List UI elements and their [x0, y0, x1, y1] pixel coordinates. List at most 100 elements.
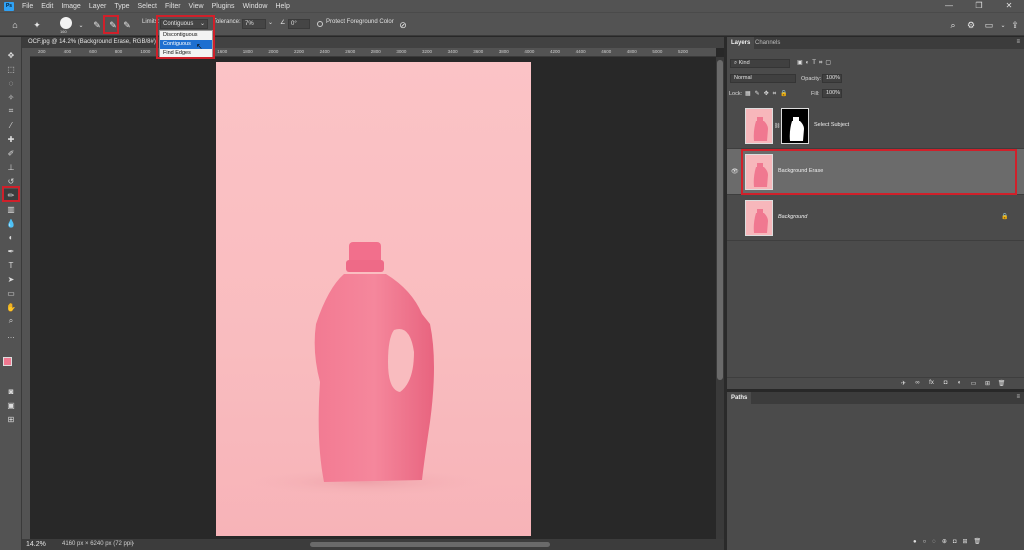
- fill-input[interactable]: 100%: [822, 89, 842, 98]
- tool-preset-icon[interactable]: ✦: [30, 18, 44, 32]
- brush-dropdown-icon[interactable]: ⌄: [74, 18, 88, 32]
- layer-thumbnail: [745, 108, 773, 144]
- more-tools-icon[interactable]: …: [4, 329, 18, 341]
- status-arrow-icon[interactable]: ›: [132, 539, 134, 550]
- menu-image[interactable]: Image: [61, 3, 80, 10]
- healing-brush-tool-icon[interactable]: ✚: [4, 133, 18, 145]
- dodge-tool-icon[interactable]: ◐: [4, 231, 18, 243]
- photo-canvas[interactable]: [216, 62, 531, 536]
- link-layers-icon[interactable]: ∞: [913, 380, 922, 388]
- lasso-tool-icon[interactable]: ◌: [4, 77, 18, 89]
- adjustment-layer-icon[interactable]: ◐: [955, 380, 964, 388]
- opacity-input[interactable]: 100%: [822, 74, 842, 83]
- ruler-tick-label: 2200: [294, 49, 305, 54]
- paths-footer-icons[interactable]: ●○◌⊕◘⊞🗑: [913, 538, 987, 545]
- panel-menu-icon[interactable]: ≡: [1016, 39, 1020, 45]
- arrange-documents-icon[interactable]: ▭: [982, 18, 996, 32]
- hand-tool-icon[interactable]: ✋: [4, 301, 18, 313]
- move-tool-icon[interactable]: ✥: [4, 49, 18, 61]
- brush-preview-icon[interactable]: [60, 17, 72, 29]
- menu-file[interactable]: File: [22, 3, 33, 10]
- layer-row-select-subject[interactable]: ⛓ Select Subject: [727, 103, 1024, 149]
- blur-tool-icon[interactable]: 💧: [4, 217, 18, 229]
- pen-tool-icon[interactable]: ✒: [4, 245, 18, 257]
- frame-tool-icon[interactable]: ⊞: [4, 413, 18, 425]
- tolerance-input[interactable]: 7%: [242, 19, 266, 29]
- protect-foreground-checkbox[interactable]: [317, 21, 323, 27]
- brush-tool-icon[interactable]: ✐: [4, 147, 18, 159]
- panel-menu-icon[interactable]: ≡: [1016, 394, 1020, 400]
- type-tool-icon[interactable]: T: [4, 259, 18, 271]
- tab-channels[interactable]: Channels: [751, 37, 784, 49]
- bottle-image: [246, 242, 486, 496]
- zoom-level[interactable]: 14.2%: [26, 539, 46, 550]
- rectangle-tool-icon[interactable]: ▭: [4, 287, 18, 299]
- menu-filter[interactable]: Filter: [165, 3, 181, 10]
- layers-panel: Layers Channels ≡ ⌕ Kind ▣◐T⌗▢ Normal Op…: [727, 37, 1024, 389]
- zoom-tool-icon[interactable]: ⌕: [4, 315, 18, 327]
- home-icon[interactable]: ⌂: [8, 18, 22, 32]
- lock-options-icons[interactable]: ▦✎✥⌗🔒: [745, 90, 792, 98]
- marquee-tool-icon[interactable]: ⬚: [4, 63, 18, 75]
- restore-icon[interactable]: ❐: [964, 0, 994, 12]
- layer-row-background[interactable]: Background 🔒: [727, 195, 1024, 241]
- ruler-tick-label: 3200: [422, 49, 433, 54]
- gradient-tool-icon[interactable]: ▥: [4, 203, 18, 215]
- stamp-tool-icon[interactable]: ⊥: [4, 161, 18, 173]
- bottle-thumbnail: [753, 117, 768, 141]
- blend-mode-select[interactable]: Normal: [730, 74, 796, 83]
- search-icon: ⌕: [734, 60, 738, 66]
- menu-window[interactable]: Window: [243, 3, 268, 10]
- share-icon[interactable]: ⇪: [1008, 18, 1022, 32]
- close-icon[interactable]: ✕: [994, 0, 1024, 12]
- menu-view[interactable]: View: [189, 3, 204, 10]
- delete-layer-icon[interactable]: 🗑: [997, 380, 1006, 388]
- screen-mode-icon[interactable]: ▣: [4, 399, 18, 411]
- chain-link-icon[interactable]: ⛓: [774, 123, 780, 129]
- workspace-icon[interactable]: ⚙: [964, 18, 978, 32]
- share-layers-icon[interactable]: ✈: [899, 380, 908, 388]
- menu-layer[interactable]: Layer: [89, 3, 107, 10]
- layer-filter-select[interactable]: ⌕ Kind: [730, 59, 790, 68]
- visibility-eye-icon[interactable]: 👁: [731, 168, 739, 175]
- sampling-continuous-icon[interactable]: ✎: [90, 18, 104, 32]
- add-mask-icon[interactable]: ◘: [941, 380, 950, 388]
- layers-panel-tabs: Layers Channels ≡: [727, 37, 1024, 49]
- ruler-tick-label: 2600: [345, 49, 356, 54]
- eyedropper-tool-icon[interactable]: ⁄: [4, 119, 18, 131]
- pressure-size-icon[interactable]: ⊘: [396, 18, 410, 32]
- ruler-tick-label: 5000: [652, 49, 663, 54]
- crop-tool-icon[interactable]: ⌗: [4, 105, 18, 117]
- ruler-tick-label: 4600: [601, 49, 612, 54]
- angle-input[interactable]: 0°: [288, 19, 310, 29]
- search-icon[interactable]: ⌕: [946, 18, 960, 32]
- blend-mode-value: Normal: [734, 75, 752, 81]
- sampling-background-swatch-icon[interactable]: ✎: [120, 18, 134, 32]
- ruler-tick-label: 1600: [217, 49, 228, 54]
- ruler-tick-label: 400: [63, 49, 72, 54]
- path-selection-tool-icon[interactable]: ➤: [4, 273, 18, 285]
- lock-icon[interactable]: 🔒: [1001, 213, 1008, 220]
- brush-size-value: 160: [60, 29, 67, 34]
- foreground-color-swatch[interactable]: [3, 357, 12, 366]
- minimize-icon[interactable]: —: [934, 0, 964, 12]
- tab-paths[interactable]: Paths: [727, 392, 752, 404]
- new-group-icon[interactable]: ▭: [969, 380, 978, 388]
- tolerance-dropdown-icon[interactable]: ⌄: [268, 19, 273, 26]
- layer-filter-icons[interactable]: ▣◐T⌗▢: [797, 59, 834, 67]
- menu-select[interactable]: Select: [138, 3, 157, 10]
- document-tab[interactable]: OCF.jpg @ 14.2% (Background Erase, RGB/8…: [22, 37, 162, 56]
- menu-help[interactable]: Help: [275, 3, 289, 10]
- layer-mask-thumbnail[interactable]: [781, 108, 809, 144]
- paths-panel-tabs: Paths ≡: [727, 392, 1024, 404]
- menu-type[interactable]: Type: [114, 3, 129, 10]
- vertical-scroll-thumb[interactable]: [717, 60, 723, 380]
- menu-plugins[interactable]: Plugins: [212, 3, 235, 10]
- selected-layer-highlight: [741, 149, 1017, 195]
- horizontal-scroll-thumb[interactable]: [310, 542, 550, 547]
- quick-mask-icon[interactable]: ◙: [4, 385, 18, 397]
- layer-style-icon[interactable]: fx: [927, 380, 936, 388]
- new-layer-icon[interactable]: ⊞: [983, 380, 992, 388]
- magic-wand-tool-icon[interactable]: ✧: [4, 91, 18, 103]
- menu-edit[interactable]: Edit: [41, 3, 53, 10]
